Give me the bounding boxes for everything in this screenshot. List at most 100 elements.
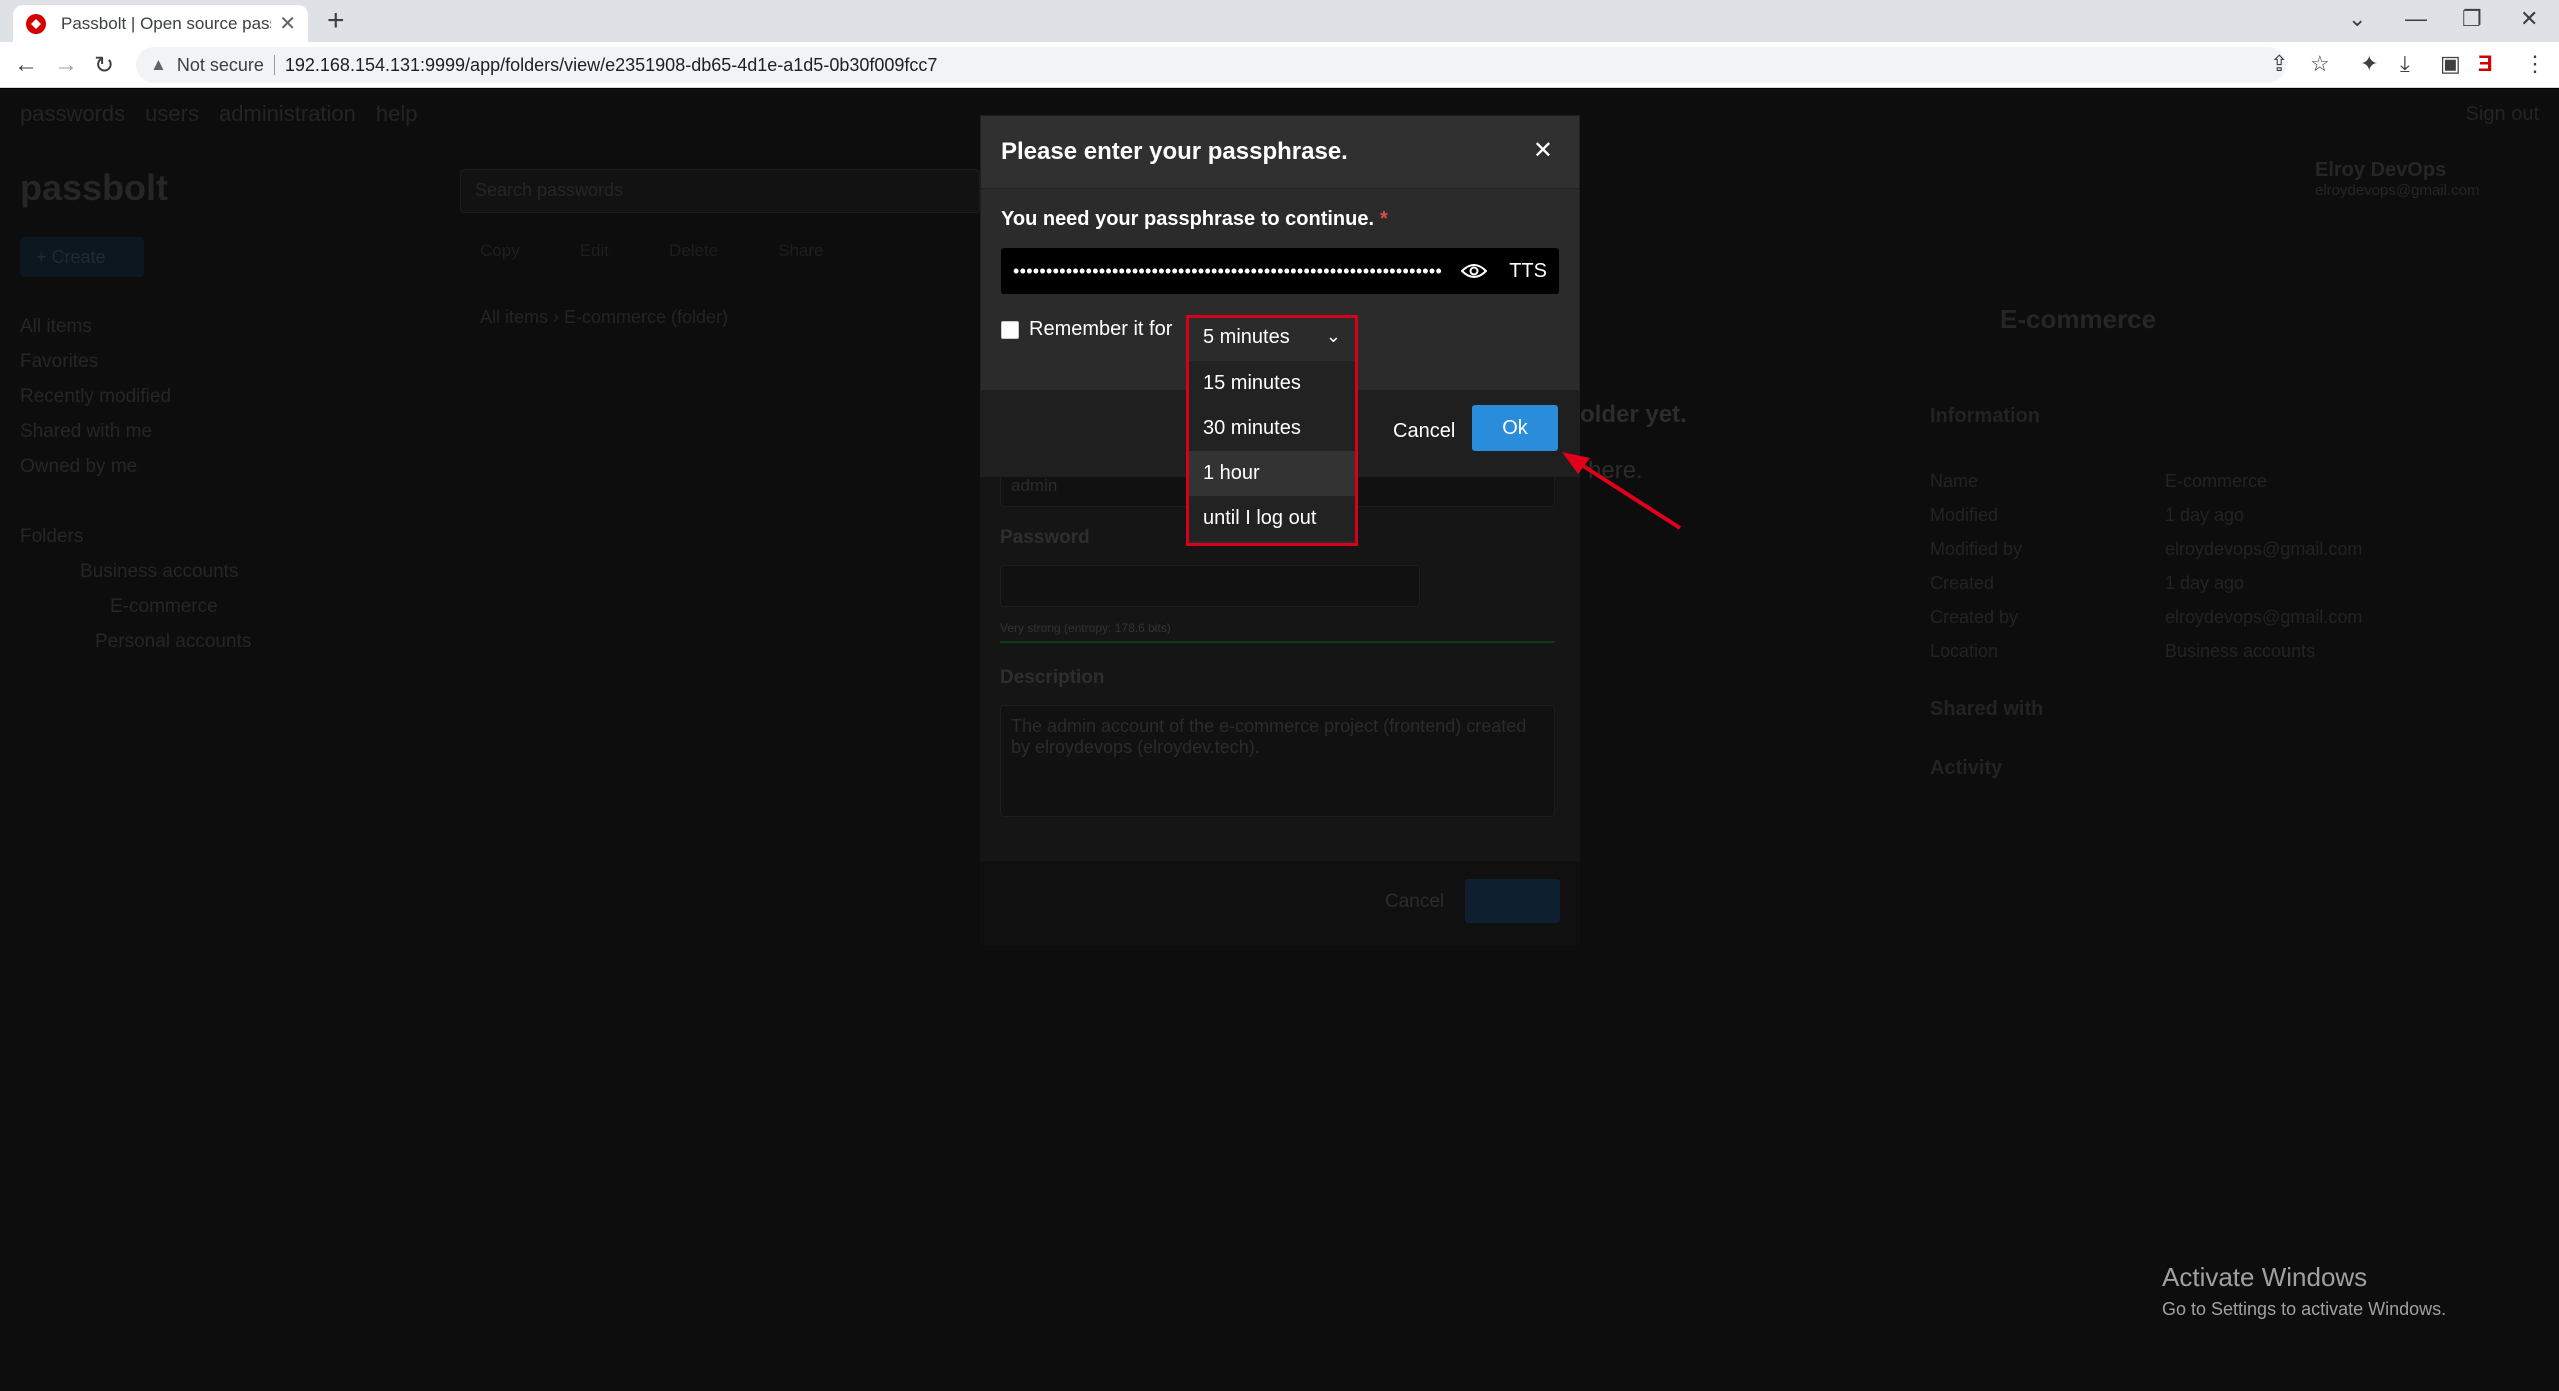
remember-label: Remember it for	[1029, 318, 1173, 340]
password-label: Password	[1000, 527, 1090, 548]
info-row: Created 1 day ago	[1930, 573, 2245, 593]
warning-icon: ▲	[150, 55, 167, 74]
passbolt-logo: passbolt	[20, 167, 169, 208]
window-close-icon[interactable]: ✕	[2520, 6, 2538, 32]
close-icon[interactable]: ✕	[1533, 136, 1553, 165]
password-field	[1000, 565, 1420, 607]
filter-favorites: Favorites	[20, 351, 99, 372]
search-input: Search passwords	[460, 169, 980, 213]
action-bar: Copy Edit Delete Share	[480, 241, 824, 261]
panel-section-information: Information	[1930, 405, 2040, 427]
dialog-header: Please enter your passphrase. ✕	[981, 116, 1579, 189]
option-1-hour[interactable]: 1 hour	[1189, 451, 1355, 496]
nav-help: help	[375, 101, 418, 126]
user-email: elroydevops@gmail.com	[2315, 182, 2480, 199]
nav-users: users	[145, 101, 199, 126]
folder-item: E-commerce	[110, 596, 218, 617]
browser-tab[interactable]: Passbolt | Open source passwor ✕	[13, 5, 308, 42]
filter-all-items: All items	[20, 316, 92, 337]
tab-search-icon[interactable]: ⌄	[2348, 6, 2366, 32]
remember-row: Remember it for	[1001, 318, 1172, 341]
passbolt-favicon-icon	[26, 13, 46, 34]
option-30-minutes[interactable]: 30 minutes	[1189, 406, 1355, 451]
details-panel: E-commerce Information Name E-commerce Mo…	[1930, 304, 2520, 816]
remember-duration-select[interactable]: 5 minutes ⌄ 15 minutes 30 minutes 1 hour…	[1186, 315, 1358, 546]
extensions-icon[interactable]: ✦	[2360, 51, 2378, 77]
description-label: Description	[1000, 667, 1105, 688]
nav-administration: administration	[218, 101, 356, 126]
strength-text: Very strong (entropy: 178.6 bits)	[1000, 621, 1171, 635]
passphrase-label: You need your passphrase to continue. *	[1001, 208, 1388, 231]
watermark-subtitle: Go to Settings to activate Windows.	[2162, 1299, 2447, 1319]
restore-icon[interactable]: ❐	[2462, 6, 2482, 32]
passphrase-label-text: You need your passphrase to continue.	[1001, 208, 1375, 230]
edit-cancel: Cancel	[1385, 891, 1445, 912]
filter-recently-modified: Recently modified	[20, 386, 172, 407]
sign-out-link: Sign out	[2465, 103, 2539, 125]
new-tab-icon[interactable]: +	[327, 4, 345, 38]
dialog-title: Please enter your passphrase.	[1001, 138, 1348, 165]
sidebar-icon[interactable]: ▣	[2440, 51, 2461, 77]
passbolt-extension-icon[interactable]: Ǝ	[2478, 51, 2493, 77]
reload-icon[interactable]: ↻	[94, 51, 114, 80]
activate-windows-watermark: Activate Windows Go to Settings to activ…	[2162, 1262, 2446, 1320]
address-bar[interactable]: ▲ Not secure 192.168.154.131:9999/app/fo…	[136, 47, 2286, 83]
share-icon[interactable]: ⇪	[2270, 51, 2288, 77]
select-current-value[interactable]: 5 minutes ⌄	[1189, 318, 1355, 356]
remember-checkbox[interactable]	[1001, 320, 1019, 339]
browser-toolbar: ← → ↻ ▲ Not secure 192.168.154.131:9999/…	[0, 42, 2559, 88]
required-mark: *	[1380, 208, 1388, 230]
action-copy: Copy	[480, 241, 520, 260]
menu-icon[interactable]: ⋮	[2524, 51, 2546, 77]
security-token: TTS	[1509, 259, 1547, 282]
info-row: Name E-commerce	[1930, 471, 2268, 491]
close-tab-icon[interactable]: ✕	[279, 11, 296, 36]
folders-title: Folders	[20, 526, 84, 547]
chevron-down-icon: ⌄	[1325, 326, 1341, 346]
info-row: Created by elroydevops@gmail.com	[1930, 607, 2363, 627]
option-until-logout[interactable]: until I log out	[1189, 496, 1355, 541]
left-nav: All items Favorites Recently modified Sh…	[20, 309, 171, 484]
annotation-arrow-icon	[1562, 452, 1682, 530]
option-15-minutes[interactable]: 15 minutes	[1189, 361, 1355, 406]
action-share: Share	[778, 241, 824, 260]
divider	[273, 55, 275, 75]
forward-icon[interactable]: →	[54, 51, 78, 79]
ok-button[interactable]: Ok	[1472, 405, 1558, 451]
cancel-button[interactable]: Cancel	[1393, 420, 1455, 443]
back-icon[interactable]: ←	[14, 51, 38, 79]
minimize-icon[interactable]: —	[2405, 6, 2427, 32]
empty-message: older yet.	[1580, 401, 1687, 428]
info-row: Modified by elroydevops@gmail.com	[1930, 539, 2363, 559]
selected-option: 5 minutes	[1203, 325, 1290, 348]
bookmark-star-icon[interactable]: ☆	[2310, 51, 2330, 77]
top-nav: passwords users administration help	[20, 101, 418, 127]
panel-section-activity: Activity	[1930, 757, 2003, 779]
url-text: 192.168.154.131:9999/app/folders/view/e2…	[284, 54, 938, 75]
breadcrumb: All items › E-commerce (folder)	[480, 307, 729, 327]
info-row: Location Business accounts	[1930, 641, 2316, 661]
folder-item: Personal accounts	[95, 631, 252, 652]
download-icon[interactable]: ⤓	[2400, 51, 2410, 77]
edit-dialog-footer: Cancel	[980, 861, 1580, 945]
eye-icon[interactable]	[1461, 262, 1488, 280]
filter-owned-by-me: Owned by me	[20, 456, 138, 477]
passphrase-value: ••••••••••••••••••••••••••••••••••••••••…	[1013, 260, 1443, 281]
tab-title: Passbolt | Open source passwor	[61, 13, 271, 33]
strength-bar	[1000, 641, 1555, 643]
folders-tree: Folders Business accounts E-commerce Per…	[20, 519, 251, 659]
user-badge: Elroy DevOps elroydevops@gmail.com	[2245, 159, 2479, 199]
action-delete: Delete	[668, 241, 719, 260]
filter-shared-with-me: Shared with me	[20, 421, 153, 442]
action-edit: Edit	[579, 241, 609, 260]
create-button: + Create	[20, 237, 144, 277]
passphrase-input[interactable]: ••••••••••••••••••••••••••••••••••••••••…	[1001, 248, 1559, 294]
security-status: Not secure	[176, 54, 264, 75]
browser-tab-bar: Passbolt | Open source passwor ✕ + ⌄ — ❐…	[0, 0, 2559, 42]
description-field: The admin account of the e-commerce proj…	[1000, 705, 1555, 817]
select-options: 15 minutes 30 minutes 1 hour until I log…	[1189, 361, 1355, 541]
edit-save-button	[1465, 879, 1560, 923]
panel-section-shared: Shared with	[1930, 698, 2044, 720]
folder-item: Business accounts	[80, 561, 239, 582]
watermark-title: Activate Windows	[2162, 1262, 2368, 1292]
